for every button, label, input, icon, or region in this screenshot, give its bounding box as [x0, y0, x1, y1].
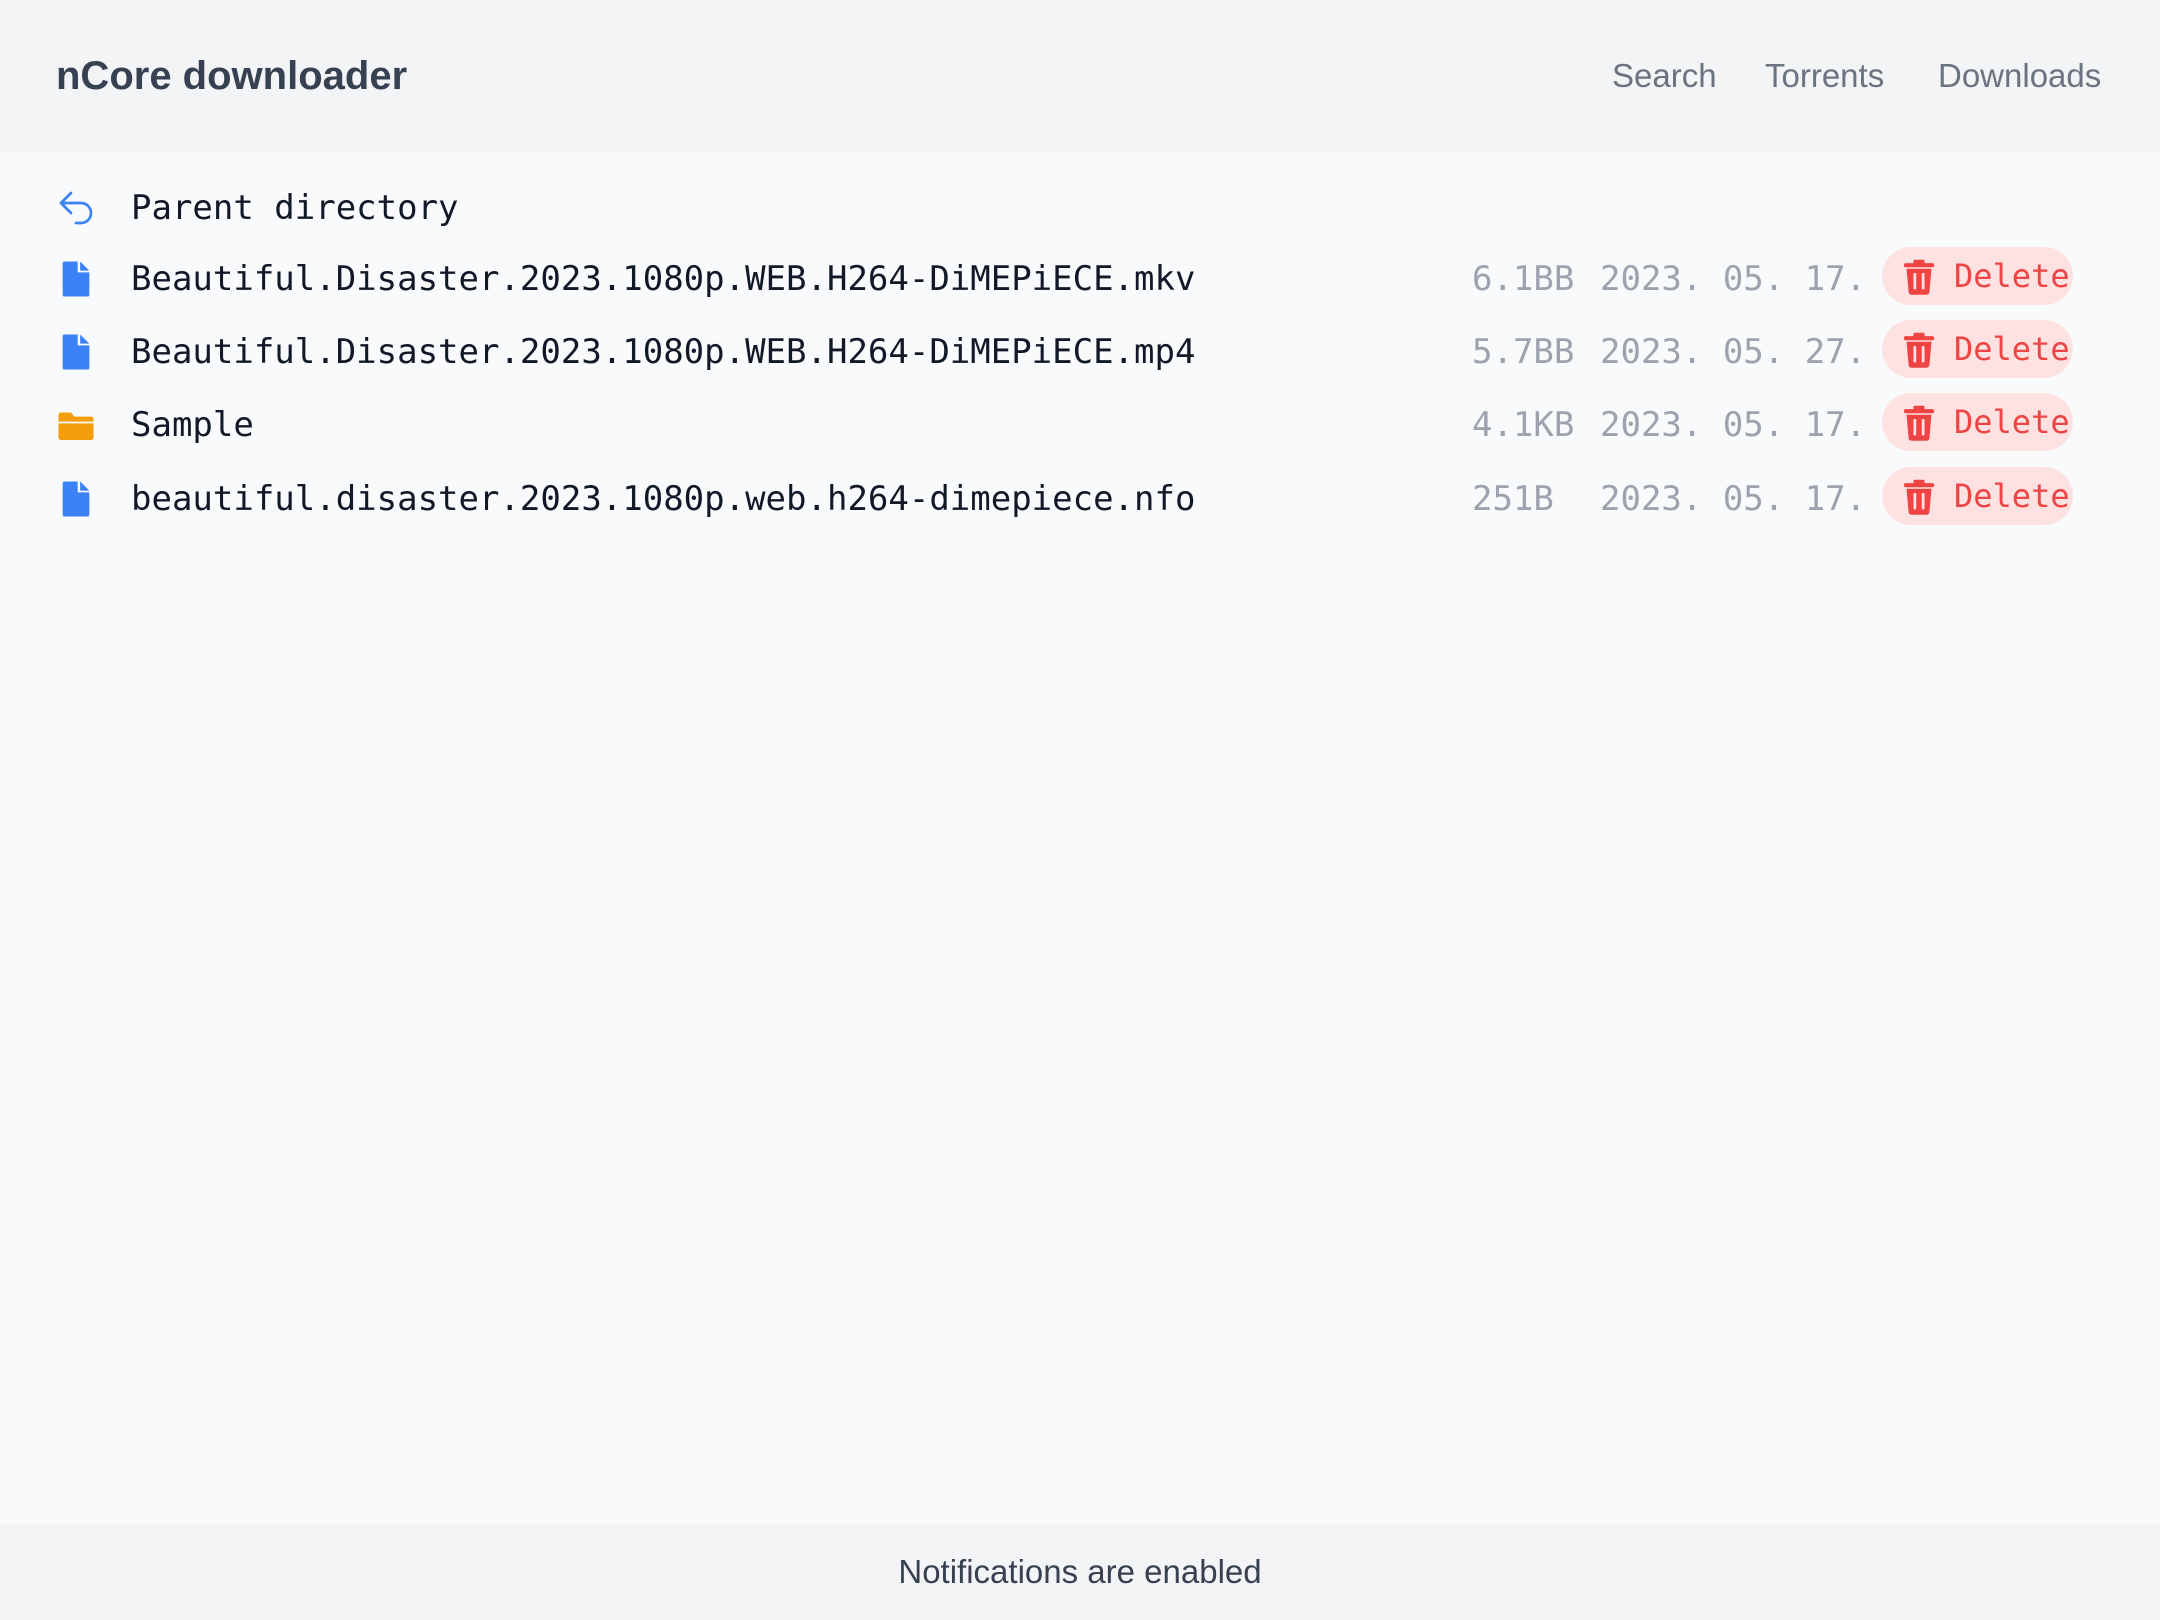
file-size: 5.7BB: [1472, 332, 1575, 372]
delete-label: Delete: [1954, 403, 2070, 441]
file-size: 251B: [1472, 479, 1554, 519]
list-item: Sample 4.1KB 2023. 05. 17. Delete: [56, 393, 2104, 457]
trash-icon: [1902, 405, 1936, 441]
nav-link-search[interactable]: Search: [1612, 54, 1717, 98]
status-bar: Notifications are enabled: [0, 1524, 2160, 1620]
file-date: 2023. 05. 17.: [1600, 405, 1867, 445]
file-size: 6.1BB: [1472, 259, 1575, 299]
list-item: Beautiful.Disaster.2023.1080p.WEB.H264-D…: [56, 247, 2104, 311]
file-name-link[interactable]: beautiful.disaster.2023.1080p.web.h264-d…: [131, 477, 1195, 521]
file-icon: [56, 259, 96, 299]
parent-directory-row[interactable]: Parent directory: [56, 176, 2104, 240]
file-size: 4.1KB: [1472, 405, 1575, 445]
nav-link-torrents[interactable]: Torrents: [1765, 54, 1884, 98]
file-date: 2023. 05. 17.: [1600, 259, 1867, 299]
delete-button[interactable]: Delete: [1882, 467, 2073, 525]
delete-label: Delete: [1954, 330, 2070, 368]
delete-label: Delete: [1954, 477, 2070, 515]
top-bar: nCore downloader Search Torrents Downloa…: [0, 0, 2160, 152]
file-icon: [56, 332, 96, 372]
file-name-link[interactable]: Beautiful.Disaster.2023.1080p.WEB.H264-D…: [131, 257, 1195, 301]
trash-icon: [1902, 479, 1936, 515]
file-date: 2023. 05. 27.: [1600, 332, 1867, 372]
list-item: beautiful.disaster.2023.1080p.web.h264-d…: [56, 467, 2104, 531]
delete-label: Delete: [1954, 257, 2070, 295]
delete-button[interactable]: Delete: [1882, 393, 2073, 451]
folder-name-link[interactable]: Sample: [131, 403, 254, 447]
file-icon: [56, 479, 96, 519]
list-item: Beautiful.Disaster.2023.1080p.WEB.H264-D…: [56, 320, 2104, 384]
nav-link-downloads[interactable]: Downloads: [1938, 54, 2101, 98]
trash-icon: [1902, 259, 1936, 295]
file-date: 2023. 05. 17.: [1600, 479, 1867, 519]
notification-status: Notifications are enabled: [898, 1553, 1262, 1590]
trash-icon: [1902, 332, 1936, 368]
delete-button[interactable]: Delete: [1882, 320, 2073, 378]
file-name-link[interactable]: Beautiful.Disaster.2023.1080p.WEB.H264-D…: [131, 330, 1195, 374]
delete-button[interactable]: Delete: [1882, 247, 2073, 305]
back-arrow-icon: [56, 188, 96, 228]
folder-icon: [56, 405, 96, 445]
app-title[interactable]: nCore downloader: [56, 52, 407, 100]
parent-directory-link[interactable]: Parent directory: [131, 186, 459, 230]
